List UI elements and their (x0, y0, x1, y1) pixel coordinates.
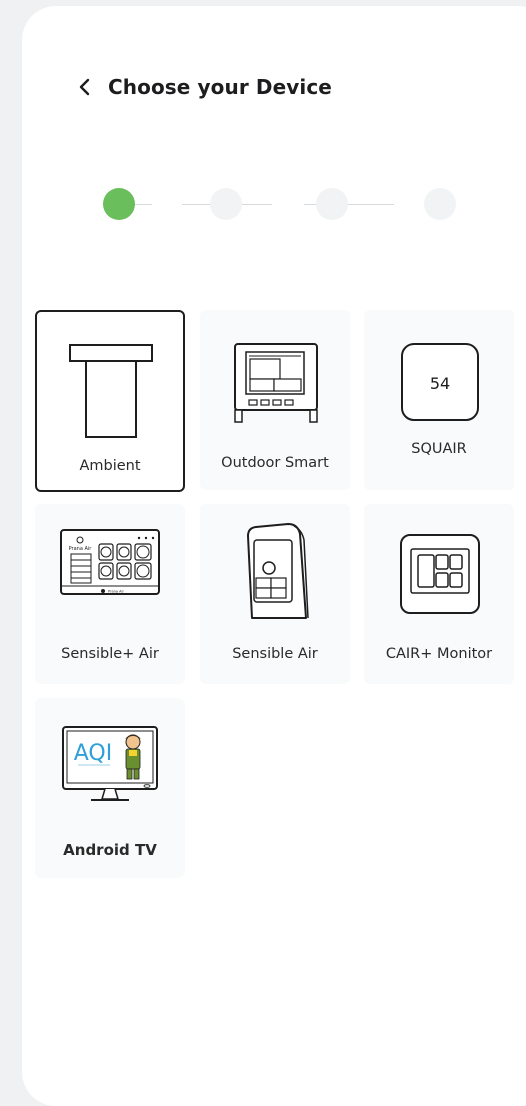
page-title: Choose your Device (108, 75, 332, 99)
cair-plus-monitor-device-icon (400, 534, 480, 614)
step-4-dot (424, 188, 456, 220)
device-tile-sensible-plus-air[interactable]: Prana Air Prana Air Sensible+ Air (35, 504, 185, 684)
sensible-plus-air-device-icon: Prana Air Prana Air (60, 529, 160, 595)
squair-reading: 54 (430, 374, 450, 393)
brand-text: Prana Air (69, 546, 93, 552)
step-indicator (0, 185, 526, 225)
device-tile-ambient[interactable]: Ambient (35, 310, 185, 492)
device-label: Sensible+ Air (61, 646, 159, 662)
device-tile-android-tv[interactable]: AQI Android TV (35, 698, 185, 878)
back-button[interactable] (78, 75, 98, 99)
chevron-left-icon (79, 78, 90, 96)
device-tile-cair-plus-monitor[interactable]: CAIR+ Monitor (364, 504, 514, 684)
outdoor-smart-device-icon (234, 343, 318, 423)
step-3-dot (316, 188, 348, 220)
device-tile-squair[interactable]: 54 SQUAIR (364, 310, 514, 490)
device-label: Sensible Air (232, 646, 318, 662)
step-connector (134, 204, 152, 205)
device-label: Outdoor Smart (221, 455, 329, 471)
step-2-dot (210, 188, 242, 220)
sensible-air-device-icon (247, 523, 309, 619)
aqi-text: AQI (74, 741, 112, 766)
header: Choose your Device (78, 72, 332, 102)
step-1-dot (103, 188, 135, 220)
device-tile-outdoor-smart[interactable]: Outdoor Smart (200, 310, 350, 490)
device-label: CAIR+ Monitor (385, 646, 493, 662)
device-tile-sensible-air[interactable]: Sensible Air (200, 504, 350, 684)
ambient-device-icon (69, 344, 153, 438)
squair-device-icon: 54 (401, 343, 479, 421)
device-label: SQUAIR (411, 441, 467, 457)
device-label: Ambient (79, 458, 141, 474)
android-tv-device-icon: AQI (62, 726, 158, 801)
footer-brand-text: Prana Air (108, 590, 124, 594)
device-label: Android TV (63, 841, 157, 859)
